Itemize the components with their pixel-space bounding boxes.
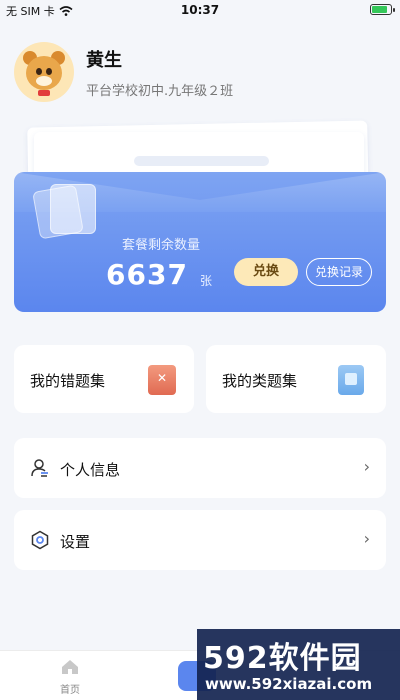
package-remaining-count: 6637 [106, 258, 188, 291]
menu-item-settings[interactable]: 设置 › [14, 510, 386, 570]
personal-info-label: 个人信息 [60, 461, 121, 479]
status-bar: 无 SIM 卡 10:37 [0, 0, 400, 20]
settings-hexagon-icon [31, 530, 49, 550]
chevron-right-icon: › [363, 529, 370, 548]
wrong-questions-icon [148, 365, 176, 395]
wrong-questions-label: 我的错题集 [30, 372, 106, 390]
package-card: 套餐剩余数量 6637 张 兑换 兑换记录 [14, 120, 386, 312]
battery-icon [370, 4, 395, 15]
package-remaining-label: 套餐剩余数量 [122, 238, 201, 253]
wrong-questions-tile[interactable]: 我的错题集 [14, 345, 194, 413]
watermark-title: 592软件园 [203, 641, 362, 676]
settings-label: 设置 [60, 533, 91, 551]
person-icon [31, 459, 48, 477]
exchange-button[interactable]: 兑换 [234, 258, 298, 286]
avatar[interactable] [14, 42, 74, 102]
similar-questions-tile[interactable]: 我的类题集 [206, 345, 386, 413]
home-icon [62, 660, 78, 674]
profile-header[interactable]: 黄生 平台学校初中.九年级２班 [14, 42, 233, 102]
clock: 10:37 [180, 3, 220, 17]
documents-icon [32, 182, 100, 240]
chevron-right-icon: › [363, 457, 370, 476]
exchange-record-button[interactable]: 兑换记录 [306, 258, 372, 286]
similar-questions-icon [338, 365, 364, 395]
similar-questions-label: 我的类题集 [222, 372, 298, 390]
nav-home-label: 首页 [60, 685, 80, 696]
user-name: 黄生 [86, 49, 122, 71]
package-count-unit: 张 [200, 274, 213, 288]
watermark-url: www.592xiazai.com [205, 675, 373, 693]
user-school-class: 平台学校初中.九年级２班 [86, 83, 234, 99]
menu-item-personal-info[interactable]: 个人信息 › [14, 438, 386, 498]
nav-home[interactable]: 首页 [50, 659, 90, 696]
site-watermark: 592软件园 www.592xiazai.com [197, 629, 400, 700]
